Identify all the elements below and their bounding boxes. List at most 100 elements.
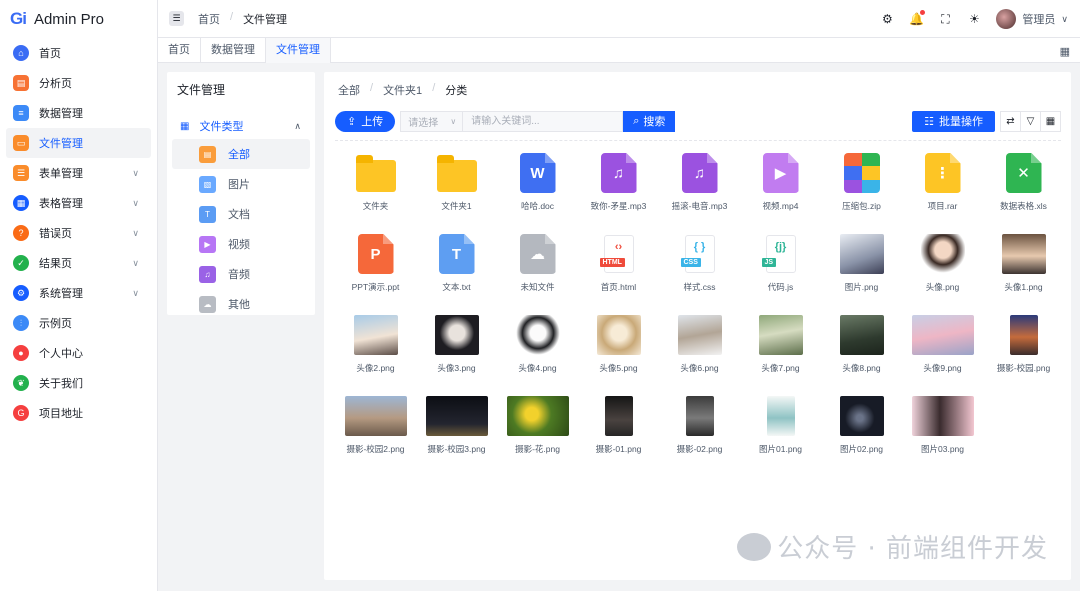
- file-item[interactable]: 图片03.png: [902, 393, 983, 474]
- file-item[interactable]: ▶ 视频.mp4: [740, 150, 821, 231]
- file-item[interactable]: 图片.png: [821, 231, 902, 312]
- image-preview: [515, 315, 560, 355]
- file-item[interactable]: 摄影-校园.png: [983, 312, 1064, 393]
- chevron-down-icon: ∨: [132, 197, 139, 208]
- batch-operation-button[interactable]: ☷ 批量操作: [912, 110, 995, 132]
- watermark-text: 公众号 · 前端组件开发: [777, 534, 1048, 564]
- folder-icon: ▭: [13, 135, 29, 151]
- chevron-down-icon: ∨: [450, 116, 457, 126]
- sidebar-item[interactable]: ? 错误页 ∨: [6, 218, 151, 248]
- sidebar-item[interactable]: ▤ 分析页: [6, 68, 151, 98]
- file-item[interactable]: P PPT演示.ppt: [335, 231, 416, 312]
- tree-item[interactable]: ☁ 其他: [172, 289, 310, 319]
- file-item[interactable]: {j} JS 代码.js: [740, 231, 821, 312]
- header-actions: ⚙ 🔔 ⛶ ☀ 管理员 ∨: [880, 0, 1068, 38]
- file-item[interactable]: { } CSS 样式.css: [659, 231, 740, 312]
- file-item[interactable]: 头像5.png: [578, 312, 659, 393]
- file-item[interactable]: 头像1.png: [983, 231, 1064, 312]
- file-thumbnail: [830, 151, 894, 195]
- file-name: 图片02.png: [840, 444, 883, 454]
- file-breadcrumb-item[interactable]: 文件夹1: [383, 82, 422, 98]
- sidebar-item[interactable]: ⌂ 首页: [6, 38, 151, 68]
- sidebar-item[interactable]: ≡ 数据管理: [6, 98, 151, 128]
- file-item[interactable]: W 哈哈.doc: [497, 150, 578, 231]
- fullscreen-icon[interactable]: ⛶: [938, 12, 952, 26]
- image-preview: [685, 396, 714, 436]
- tab-item[interactable]: 首页: [158, 38, 201, 63]
- file-item[interactable]: 头像3.png: [416, 312, 497, 393]
- tree-item[interactable]: ♫ 音频: [172, 259, 310, 289]
- settings-icon[interactable]: ⚙: [880, 12, 894, 26]
- tree-item[interactable]: T 文档: [172, 199, 310, 229]
- sidebar-item[interactable]: ● 个人中心: [6, 338, 151, 368]
- file-item[interactable]: 头像9.png: [902, 312, 983, 393]
- sidebar-item[interactable]: ▭ 文件管理: [6, 128, 151, 158]
- image-preview: [434, 315, 479, 355]
- grid-view-icon[interactable]: ▦: [1040, 110, 1061, 132]
- tabs-grid-icon[interactable]: ▦: [1060, 45, 1070, 58]
- file-item[interactable]: ✕ 数据表格.xls: [983, 150, 1064, 231]
- file-thumbnail: [830, 313, 894, 357]
- notification-bell-icon[interactable]: 🔔: [909, 10, 926, 26]
- file-thumbnail: [992, 232, 1056, 276]
- image-preview: [911, 396, 974, 436]
- code-file-icon: ‹› HTML: [599, 235, 634, 273]
- file-item[interactable]: ⋮ 项目.rar: [902, 150, 983, 231]
- user-menu[interactable]: 管理员 ∨: [996, 9, 1068, 29]
- tree-group-label: 文件类型: [199, 121, 244, 133]
- filter-icon[interactable]: ▽: [1020, 110, 1041, 132]
- file-item[interactable]: T 文本.txt: [416, 231, 497, 312]
- file-breadcrumb-item[interactable]: 全部: [338, 82, 360, 98]
- code-file-icon: {j} JS: [761, 235, 796, 273]
- sidebar-item[interactable]: ▦ 表格管理 ∨: [6, 188, 151, 218]
- file-item[interactable]: ‹› HTML 首页.html: [578, 231, 659, 312]
- tree-item[interactable]: ▧ 图片: [172, 169, 310, 199]
- file-item[interactable]: 摄影-01.png: [578, 393, 659, 474]
- file-item[interactable]: ♫ 摇滚-电音.mp3: [659, 150, 740, 231]
- zip-archive-icon: [843, 153, 880, 193]
- file-thumbnail: ‹› HTML: [587, 232, 651, 276]
- tree-item[interactable]: ▤ 全部: [172, 139, 310, 169]
- file-item[interactable]: 头像6.png: [659, 312, 740, 393]
- swap-icon[interactable]: ⇄: [1000, 110, 1021, 132]
- file-item[interactable]: 图片01.png: [740, 393, 821, 474]
- file-item[interactable]: 头像8.png: [821, 312, 902, 393]
- file-item[interactable]: ♫ 致你-矛星.mp3: [578, 150, 659, 231]
- breadcrumb-item[interactable]: 首页: [198, 11, 220, 27]
- app-logo[interactable]: Gi Admin Pro: [0, 0, 157, 38]
- collapse-menu-icon[interactable]: ☰: [169, 11, 184, 26]
- batch-label: 批量操作: [939, 116, 983, 128]
- file-item[interactable]: 图片02.png: [821, 393, 902, 474]
- file-item[interactable]: 文件夹1: [416, 150, 497, 231]
- image-preview: [839, 315, 884, 355]
- video-icon: ▶: [199, 235, 216, 253]
- sidebar-item[interactable]: ⚙ 系统管理 ∨: [6, 278, 151, 308]
- file-item[interactable]: 摄影-02.png: [659, 393, 740, 474]
- tree-item[interactable]: ▶ 视频: [172, 229, 310, 259]
- theme-sun-icon[interactable]: ☀: [967, 12, 981, 26]
- sidebar-item[interactable]: ❦ 关于我们: [6, 368, 151, 398]
- search-input[interactable]: [463, 110, 624, 132]
- file-item[interactable]: ☁ 未知文件: [497, 231, 578, 312]
- file-item[interactable]: 压缩包.zip: [821, 150, 902, 231]
- file-name: 摄影-02.png: [676, 444, 723, 454]
- filter-select[interactable]: 请选择 ∨: [400, 110, 464, 132]
- file-item[interactable]: 头像4.png: [497, 312, 578, 393]
- tab-item[interactable]: 文件管理: [266, 38, 331, 63]
- sidebar-item[interactable]: G 项目地址: [6, 398, 151, 428]
- file-item[interactable]: 摄影-花.png: [497, 393, 578, 474]
- file-item[interactable]: 摄影-校园3.png: [416, 393, 497, 474]
- sidebar-item[interactable]: ☰ 表单管理 ∨: [6, 158, 151, 188]
- upload-button[interactable]: ⇪ 上传: [335, 110, 396, 132]
- sidebar-item[interactable]: ⫶ 示例页: [6, 308, 151, 338]
- tab-item[interactable]: 数据管理: [201, 38, 266, 63]
- file-item[interactable]: 头像7.png: [740, 312, 821, 393]
- search-button[interactable]: ⌕ 搜索: [623, 110, 676, 132]
- file-item[interactable]: 头像.png: [902, 231, 983, 312]
- search-icon: ⌕: [633, 114, 640, 127]
- sidebar-item[interactable]: ✓ 结果页 ∨: [6, 248, 151, 278]
- file-item[interactable]: 文件夹: [335, 150, 416, 231]
- tree-group-file-type[interactable]: ▦ 文件类型 ∧: [167, 113, 315, 139]
- file-item[interactable]: 头像2.png: [335, 312, 416, 393]
- file-item[interactable]: 摄影-校园2.png: [335, 393, 416, 474]
